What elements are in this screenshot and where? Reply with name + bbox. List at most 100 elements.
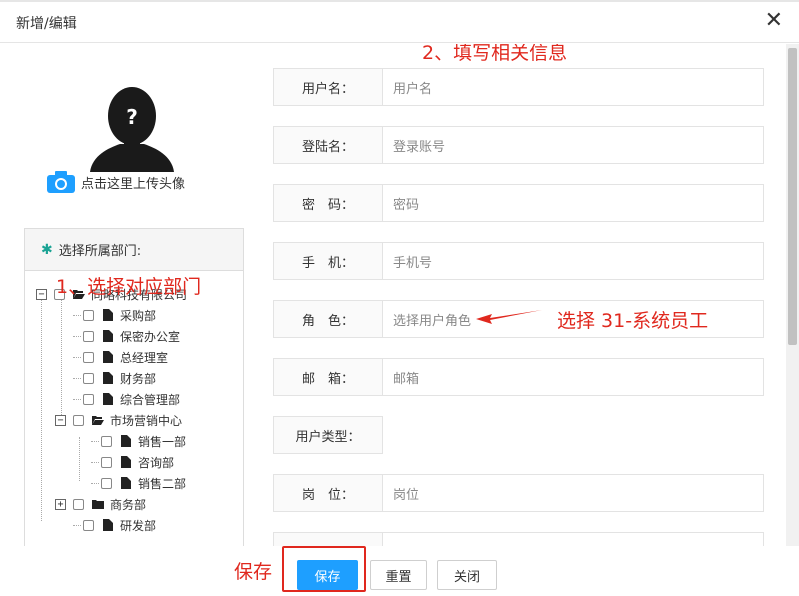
folder-icon xyxy=(92,498,104,510)
form-row-password: 密 码： 密码 xyxy=(273,184,764,222)
tree-node-checkbox[interactable] xyxy=(101,456,112,468)
close-button[interactable]: 关闭 xyxy=(437,560,497,590)
tree-node-label: 咨询部 xyxy=(138,455,175,470)
form-row-login-name: 登陆名： 登录账号 xyxy=(273,126,764,164)
annotation-arrow-icon xyxy=(476,310,542,324)
tree-node[interactable]: 保密办公室 xyxy=(73,327,180,345)
department-panel-title: 选择所属部门: xyxy=(58,244,142,259)
user-type-label: 用户类型： xyxy=(273,416,383,454)
tree-node-checkbox[interactable] xyxy=(101,435,112,447)
tree-connector-line xyxy=(73,377,81,379)
email-label: 邮 箱： xyxy=(273,358,383,396)
avatar-placeholder-icon[interactable]: ? xyxy=(86,86,178,172)
role-label: 角 色： xyxy=(273,300,383,338)
tree-connector-line xyxy=(41,291,42,521)
annotation-role-hint: 选择 31-系统员工 xyxy=(557,310,709,332)
extra-label xyxy=(273,532,383,546)
tree-node-label: 财务部 xyxy=(120,371,157,386)
annotation-save-hint: 保存 xyxy=(234,561,273,583)
tree-node[interactable]: − 市场营销中心 xyxy=(55,411,182,429)
tree-node-label: 采购部 xyxy=(120,308,157,323)
expand-icon[interactable]: + xyxy=(55,498,66,510)
tree-node-checkbox[interactable] xyxy=(83,330,94,342)
edit-dialog: 新增/编辑 ✕ ? 点击这里上传头像 ✱ 选择所属部门: − 同略科技有限公司 … xyxy=(0,0,799,596)
tree-node-label: 保密办公室 xyxy=(120,329,181,344)
tree-node-label: 销售一部 xyxy=(138,434,187,449)
tree-connector-line xyxy=(73,356,81,358)
tree-node-label: 研发部 xyxy=(120,518,157,533)
dialog-title: 新增/编辑 xyxy=(16,16,77,32)
vertical-scrollbar[interactable] xyxy=(786,44,799,546)
tree-node-checkbox[interactable] xyxy=(83,351,94,363)
tree-connector-line xyxy=(73,314,81,316)
camera-icon xyxy=(47,171,75,193)
tree-node-label: 商务部 xyxy=(110,497,147,512)
dialog-body: ? 点击这里上传头像 ✱ 选择所属部门: − 同略科技有限公司 采购部 保密办公室 总经… xyxy=(0,44,786,546)
tree-node-checkbox[interactable] xyxy=(73,498,84,510)
email-input[interactable]: 邮箱 xyxy=(383,358,764,396)
tree-node[interactable]: 采购部 xyxy=(73,306,156,324)
login-name-input[interactable]: 登录账号 xyxy=(383,126,764,164)
login-name-label: 登陆名： xyxy=(273,126,383,164)
save-button[interactable]: 保存 xyxy=(297,560,358,590)
tree-connector-line xyxy=(79,437,80,481)
extra-input[interactable] xyxy=(383,532,764,546)
collapse-icon[interactable]: − xyxy=(55,414,66,426)
file-icon xyxy=(102,372,114,384)
tree-node[interactable]: 总经理室 xyxy=(73,348,168,366)
tree-node-checkbox[interactable] xyxy=(73,414,84,426)
form-row-position: 岗 位： 岗位 xyxy=(273,474,764,512)
file-icon xyxy=(120,477,132,489)
annotation-step1: 1、选择对应部门 xyxy=(56,276,202,298)
password-label: 密 码： xyxy=(273,184,383,222)
upload-avatar-button[interactable]: 点击这里上传头像 xyxy=(47,169,185,195)
tree-node-checkbox[interactable] xyxy=(83,309,94,321)
file-icon xyxy=(102,519,114,531)
tree-node-label: 销售二部 xyxy=(138,476,187,491)
password-input[interactable]: 密码 xyxy=(383,184,764,222)
tree-node-checkbox[interactable] xyxy=(101,477,112,489)
reset-button[interactable]: 重置 xyxy=(370,560,427,590)
tree-node[interactable]: 研发部 xyxy=(73,516,156,534)
tree-node-label: 市场营销中心 xyxy=(110,413,183,428)
tree-node[interactable]: 财务部 xyxy=(73,369,156,387)
username-label: 用户名： xyxy=(273,68,383,106)
tree-connector-line xyxy=(61,295,62,425)
position-input[interactable]: 岗位 xyxy=(383,474,764,512)
file-icon xyxy=(120,435,132,447)
tree-node-checkbox[interactable] xyxy=(83,519,94,531)
tree-connector-line xyxy=(91,461,99,463)
file-icon xyxy=(102,393,114,405)
tree-node[interactable]: 咨询部 xyxy=(91,453,174,471)
dialog-titlebar: 新增/编辑 ✕ xyxy=(0,2,799,43)
tree-node-checkbox[interactable] xyxy=(83,393,94,405)
tree-node[interactable]: + 商务部 xyxy=(55,495,146,513)
annotation-step2: 2、填写相关信息 xyxy=(422,44,568,64)
folder-open-icon xyxy=(92,414,104,426)
position-label: 岗 位： xyxy=(273,474,383,512)
form-row-mobile: 手 机： 手机号 xyxy=(273,242,764,280)
tree-node-checkbox[interactable] xyxy=(83,372,94,384)
tree-connector-line xyxy=(73,398,81,400)
close-icon[interactable]: ✕ xyxy=(765,9,783,33)
file-icon xyxy=(120,456,132,468)
tree-node[interactable]: 销售二部 xyxy=(91,474,186,492)
collapse-icon[interactable]: − xyxy=(36,288,47,300)
form-row-user-type: 用户类型： xyxy=(273,416,383,454)
avatar-question-mark: ? xyxy=(126,105,138,129)
palm-tree-icon: ✱ xyxy=(41,241,53,258)
file-icon xyxy=(102,309,114,321)
department-panel-header: ✱ 选择所属部门: xyxy=(25,229,243,271)
tree-node[interactable]: 销售一部 xyxy=(91,432,186,450)
file-icon xyxy=(102,330,114,342)
dialog-footer: 保存 保存 重置 关闭 xyxy=(0,546,799,596)
tree-connector-line xyxy=(91,482,99,484)
mobile-input[interactable]: 手机号 xyxy=(383,242,764,280)
username-input[interactable]: 用户名 xyxy=(383,68,764,106)
tree-node-label: 综合管理部 xyxy=(120,392,181,407)
form-row-extra xyxy=(273,532,764,546)
tree-node-label: 总经理室 xyxy=(120,350,169,365)
scrollbar-thumb[interactable] xyxy=(788,48,797,345)
tree-node[interactable]: 综合管理部 xyxy=(73,390,180,408)
upload-avatar-label: 点击这里上传头像 xyxy=(81,176,186,192)
